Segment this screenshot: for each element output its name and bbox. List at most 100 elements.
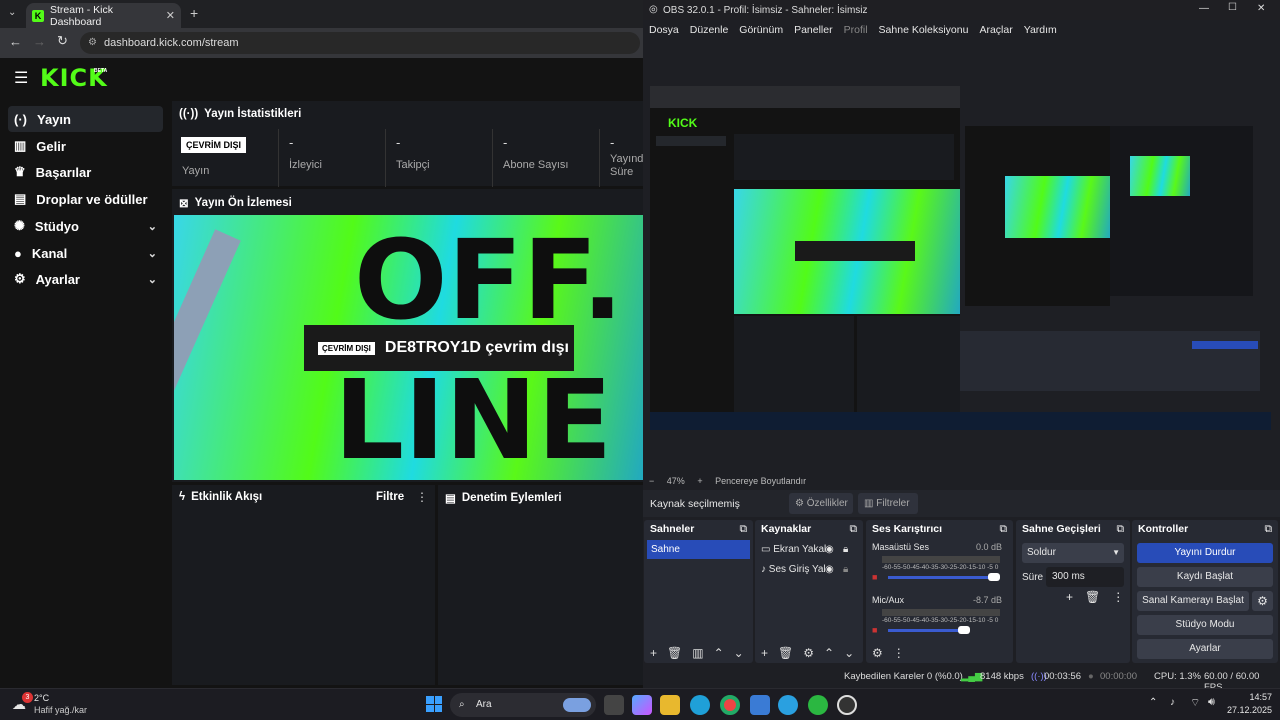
reload-icon[interactable]: ↻: [57, 33, 68, 49]
scene-item[interactable]: Sahne: [647, 540, 750, 559]
sidebar-item-yayin[interactable]: (·) Yayın: [8, 106, 163, 132]
bolt-icon: ϟ: [179, 491, 186, 503]
wifi-icon[interactable]: ⌔: [1190, 696, 1200, 710]
clock-time[interactable]: 14:57: [1232, 692, 1272, 702]
copilot-icon[interactable]: [632, 695, 652, 715]
mic-icon: ♪: [761, 564, 769, 575]
menu-profil[interactable]: Profil: [844, 24, 868, 36]
menu-araclar[interactable]: Araçlar: [979, 24, 1012, 36]
url-input[interactable]: ⚙ dashboard.kick.com/stream: [80, 32, 640, 54]
add-icon[interactable]: +: [761, 646, 768, 660]
obs-taskbar-icon[interactable]: [837, 695, 857, 715]
mute-icon[interactable]: ■: [872, 572, 877, 582]
stop-streaming-button[interactable]: Yayını Durdur: [1137, 543, 1273, 563]
windows-start-icon[interactable]: [426, 696, 442, 712]
menu-yardim[interactable]: Yardım: [1024, 24, 1057, 36]
volume-slider[interactable]: [888, 629, 968, 632]
menu-gorunum[interactable]: Görünüm: [739, 24, 783, 36]
address-bar-row: ← → ↻ ⚙ dashboard.kick.com/stream: [0, 28, 643, 58]
maximize-icon[interactable]: ☐: [1228, 2, 1237, 13]
telegram-icon[interactable]: [778, 695, 798, 715]
down-icon[interactable]: ⌄: [844, 646, 854, 660]
source-item[interactable]: ♪ Ses Giriş Yal ◉ 🔒︎: [761, 564, 861, 575]
transition-select[interactable]: Soldur ▼: [1022, 543, 1124, 563]
more-icon[interactable]: ⋮: [416, 490, 428, 504]
filter-icon[interactable]: ▥: [692, 646, 703, 660]
whatsapp-icon[interactable]: [808, 695, 828, 715]
menu-sahne-koleksiyonu[interactable]: Sahne Koleksiyonu: [879, 24, 969, 36]
virtual-camera-settings-icon[interactable]: ⚙: [1252, 591, 1273, 611]
visibility-icon[interactable]: ◉: [825, 564, 834, 575]
down-icon[interactable]: ⌄: [734, 646, 744, 660]
zoom-in-icon[interactable]: +: [697, 476, 702, 486]
sidebar-item-kanal[interactable]: ● Kanal ⌄: [8, 240, 163, 266]
tab-list-chevron-icon[interactable]: ⌄: [8, 7, 16, 18]
delete-icon[interactable]: 🗑︎: [778, 646, 793, 660]
lock-icon[interactable]: 🔒︎: [843, 544, 848, 555]
undock-icon[interactable]: ⧉: [1000, 523, 1008, 536]
undock-icon[interactable]: ⧉: [850, 523, 858, 536]
advanced-audio-icon[interactable]: ⚙: [872, 646, 883, 660]
chrome-icon[interactable]: [720, 695, 740, 715]
gear-icon[interactable]: ⚙: [803, 646, 814, 660]
menu-icon[interactable]: ☰: [14, 68, 28, 88]
delete-icon[interactable]: 🗑︎: [667, 646, 682, 660]
up-icon[interactable]: ⌃: [714, 646, 724, 660]
lock-icon[interactable]: 🔒︎: [843, 564, 848, 575]
clock-date[interactable]: 27.12.2025: [1222, 705, 1272, 715]
undock-icon[interactable]: ⧉: [1265, 523, 1273, 536]
visibility-icon[interactable]: ◉: [825, 544, 834, 555]
filters-button[interactable]: ▥ Filtreler: [858, 493, 918, 514]
menu-paneller[interactable]: Paneller: [794, 24, 833, 36]
filter-button[interactable]: Filtre: [376, 491, 404, 503]
forward-icon[interactable]: →: [33, 34, 46, 49]
undock-icon[interactable]: ⧉: [740, 523, 748, 536]
sidebar-item-studyo[interactable]: ✺ Stüdyo ⌄: [8, 213, 163, 239]
sidebar-item-gelir[interactable]: ▥ Gelir: [8, 133, 163, 159]
add-icon[interactable]: +: [1066, 590, 1073, 604]
menu-dosya[interactable]: Dosya: [649, 24, 679, 36]
volume-icon[interactable]: 🔊︎: [1208, 696, 1215, 709]
weather-widget[interactable]: ☁ 3 2°C Hafif yağ./kar: [10, 692, 130, 718]
minimize-icon[interactable]: —: [1199, 3, 1209, 14]
sidebar-item-basarilar[interactable]: ♛ Başarılar: [8, 159, 163, 185]
sidebar-item-ayarlar[interactable]: ⚙ Ayarlar ⌄: [8, 266, 163, 292]
volume-handle[interactable]: [958, 626, 970, 634]
delete-icon[interactable]: 🗑︎: [1085, 590, 1100, 604]
back-icon[interactable]: ←: [9, 34, 22, 49]
store-icon[interactable]: [750, 695, 770, 715]
menu-duzenle[interactable]: Düzenle: [690, 24, 729, 36]
start-recording-button[interactable]: Kaydı Başlat: [1137, 567, 1273, 587]
settings-button[interactable]: Ayarlar: [1137, 639, 1273, 659]
new-tab-icon[interactable]: +: [190, 5, 198, 21]
volume-handle[interactable]: [988, 573, 1000, 581]
zoom-out-icon[interactable]: −: [649, 476, 654, 486]
more-icon[interactable]: ⋮: [1112, 590, 1124, 604]
studio-mode-button[interactable]: Stüdyo Modu: [1137, 615, 1273, 635]
close-icon[interactable]: ✕: [1257, 3, 1265, 14]
file-explorer-icon[interactable]: [660, 695, 680, 715]
add-icon[interactable]: +: [650, 646, 657, 660]
site-info-icon[interactable]: ⚙: [88, 32, 97, 54]
source-item[interactable]: ▭ Ekran Yakal ◉ 🔒︎: [761, 544, 861, 555]
properties-button[interactable]: ⚙ Özellikler: [789, 493, 853, 514]
taskbar-search[interactable]: ⌕ Ara: [450, 693, 596, 717]
task-view-icon[interactable]: [604, 695, 624, 715]
obs-preview-canvas[interactable]: KICK: [650, 86, 1271, 430]
volume-slider[interactable]: [888, 576, 998, 579]
mute-icon[interactable]: ■: [872, 625, 877, 635]
mixer-channel: Mic/Aux -8.7 dB -60-55-50-45-40-35-30-25-…: [872, 595, 1002, 635]
sidebar-item-droplar[interactable]: ▤ Droplar ve ödüller: [8, 186, 163, 212]
stat-label: Takipçi: [396, 159, 430, 171]
start-virtual-camera-button[interactable]: Sanal Kamerayı Başlat: [1137, 591, 1249, 611]
duration-input[interactable]: 300 ms: [1046, 567, 1124, 587]
browser-tab[interactable]: K Stream - Kick Dashboard ✕: [26, 3, 181, 28]
tray-overflow-icon[interactable]: ⌃: [1149, 697, 1157, 708]
fit-to-window-button[interactable]: Pencereye Boyutlandır: [715, 476, 806, 486]
more-icon[interactable]: ⋮: [893, 646, 905, 660]
up-icon[interactable]: ⌃: [824, 646, 834, 660]
mic-tray-icon[interactable]: ♪: [1170, 697, 1175, 708]
tab-close-icon[interactable]: ✕: [166, 9, 175, 22]
undock-icon[interactable]: ⧉: [1117, 523, 1125, 536]
edge-icon[interactable]: [690, 695, 710, 715]
